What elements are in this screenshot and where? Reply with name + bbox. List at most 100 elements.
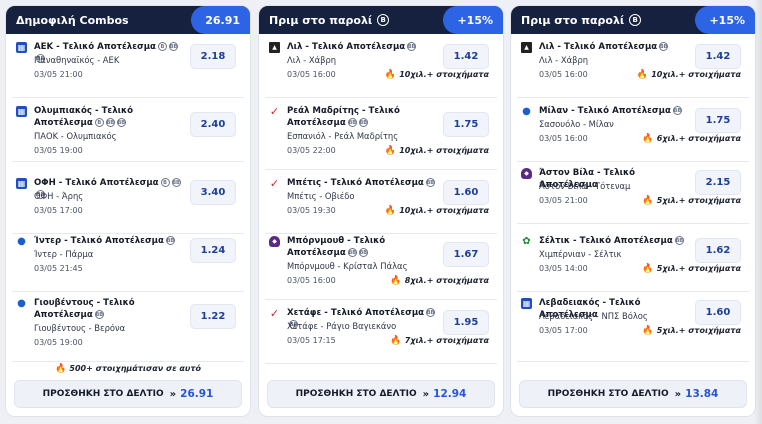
club-crest-icon: ✓ — [269, 105, 280, 118]
selection-title[interactable]: Λιλ - Τελικό Αποτέλεσμα BB — [539, 41, 689, 53]
odds-button[interactable]: 1.62 — [695, 238, 741, 263]
double-chevron-right-icon: » — [674, 388, 682, 400]
odds-button[interactable]: 1.60 — [695, 300, 741, 325]
selection-title-text: Σέλτικ - Τελικό Αποτέλεσμα — [539, 236, 673, 246]
odds-button[interactable]: 1.75 — [443, 112, 489, 137]
selection-title-text: Χετάφε - Τελικό Αποτέλεσμα — [287, 308, 425, 318]
odds-button[interactable]: 1.95 — [443, 310, 489, 335]
odds-button[interactable]: 1.42 — [443, 44, 489, 69]
match-time: 03/05 21:00 — [34, 70, 83, 79]
selection-row: ▦ ΑΕΚ - Τελικό Αποτέλεσμα B BBBB Παναθηναϊκό… — [12, 36, 244, 98]
match-name: Χετάφε - Ράγιο Βαγιεκάνο — [287, 321, 397, 331]
selection-title[interactable]: Ρεάλ Μαδρίτης - Τελικό Αποτέλεσμα BB BB — [287, 105, 437, 129]
bet-builder-icon: BB — [426, 308, 436, 317]
popularity-text: 5χιλ.+ στοιχήματα — [656, 264, 741, 273]
boost-icon: B — [629, 14, 642, 26]
fire-icon: 🔥 — [642, 134, 657, 144]
selection-title[interactable]: Ίντερ - Τελικό Αποτέλεσμα BB — [34, 235, 184, 247]
match-name: ΟΦΗ - Άρης — [34, 191, 84, 201]
selection-title[interactable]: Ολυμπιακός - Τελικό Αποτέλεσμα B BB BB — [34, 105, 184, 129]
selection-title[interactable]: Λιλ - Τελικό Αποτέλεσμα BB — [287, 41, 437, 53]
bet-builder-icon: BB — [165, 236, 175, 245]
bet-builder-icon: B — [157, 42, 167, 51]
selection-title-text: Γιουβέντους - Τελικό Αποτέλεσμα — [34, 298, 135, 320]
popularity-label: 🔥 6χιλ.+ στοιχήματα — [642, 134, 741, 144]
selection-row: ✓ Μπέτις - Τελικό Αποτέλεσμα BB Μπέτις - Οβ… — [265, 172, 497, 234]
odds-button[interactable]: 2.15 — [695, 170, 741, 195]
popularity-text: 10χιλ.+ στοιχήματα — [399, 70, 489, 79]
card-title: Δημοφιλή Combos — [16, 13, 129, 27]
selection-row: ● Ίντερ - Τελικό Αποτέλεσμα BB Ίντερ - Πάρμ… — [12, 230, 244, 292]
bet-builder-icon: BB — [168, 42, 178, 51]
add-to-betslip-button[interactable]: ΠΡΟΣΘΗΚΗ ΣΤΟ ΔΕΛΤΙΟ » 13.84 — [519, 380, 747, 408]
club-crest-icon: ▦ — [521, 298, 532, 309]
card-title: Πριμ στο παρολί — [521, 13, 625, 27]
odds-button[interactable]: 1.24 — [190, 238, 236, 263]
selection-row: ✿ Σέλτικ - Τελικό Αποτέλεσμα BB Χιμπέρνιαν … — [517, 230, 749, 292]
popularity-label: 🔥 10χιλ.+ στοιχήματα — [385, 146, 489, 156]
odds-button[interactable]: 2.18 — [190, 44, 236, 69]
popularity-label: 🔥 10χιλ.+ στοιχήματα — [637, 70, 741, 80]
match-name: Ίντερ - Πάρμα — [34, 249, 94, 259]
selection-row: ▦ Λεβαδειακός - Τελικό Αποτέλεσμα Λεβαδεια… — [517, 292, 749, 362]
match-name: Παναθηναϊκός - ΑΕΚ — [34, 55, 120, 65]
selection-title-text: Μπέτις - Τελικό Αποτέλεσμα — [287, 178, 424, 188]
match-time: 03/05 22:00 — [287, 146, 336, 155]
add-to-betslip-button[interactable]: ΠΡΟΣΘΗΚΗ ΣΤΟ ΔΕΛΤΙΟ » 26.91 — [14, 380, 242, 408]
odds-button[interactable]: 1.60 — [443, 180, 489, 205]
club-crest-icon: ▦ — [16, 178, 27, 189]
odds-button[interactable]: 1.75 — [695, 108, 741, 133]
fire-icon: 🔥 — [642, 264, 657, 274]
selection-title[interactable]: Μπόρνμουθ - Τελικό Αποτέλεσμα BB BB — [287, 235, 437, 259]
card-badge: +15% — [695, 6, 755, 34]
match-time: 03/05 17:15 — [287, 336, 336, 345]
fire-icon: 🔥 — [642, 196, 657, 206]
selection-row: ▲ Λιλ - Τελικό Αποτέλεσμα BB Λιλ - Χάβρη 03/… — [265, 36, 497, 98]
club-crest-icon: ✓ — [269, 307, 280, 320]
odds-button[interactable]: 1.42 — [695, 44, 741, 69]
match-name: Λεβαδειακός - ΝΠΣ Βόλος — [539, 311, 648, 321]
popularity-text: 8χιλ.+ στοιχήματα — [404, 276, 489, 285]
odds-button[interactable]: 2.40 — [190, 112, 236, 137]
add-to-betslip-button[interactable]: ΠΡΟΣΘΗΚΗ ΣΤΟ ΔΕΛΤΙΟ » 12.94 — [267, 380, 495, 408]
card-badge: 26.91 — [191, 6, 250, 34]
club-crest-icon: ▲ — [269, 42, 280, 53]
combo-total-odds: 13.84 — [685, 388, 719, 400]
combo-total-odds: 12.94 — [433, 388, 467, 400]
fire-icon: 🔥 — [642, 326, 657, 336]
bet-builder-icon: BB — [347, 248, 357, 257]
selection-title-text: ΟΦΗ - Τελικό Αποτέλεσμα — [34, 178, 159, 188]
popularity-text: 10χιλ.+ στοιχήματα — [399, 206, 489, 215]
match-name: Μπέτις - Οβιέδο — [287, 191, 355, 201]
match-name: Μπόρνμουθ - Κρίσταλ Πάλας — [287, 261, 408, 271]
bet-builder-icon: BB — [672, 106, 682, 115]
match-name: Άστον Βίλα - Τότεναμ — [539, 181, 631, 191]
odds-button[interactable]: 3.40 — [190, 180, 236, 205]
popularity-label: 🔥 10χιλ.+ στοιχήματα — [385, 206, 489, 216]
selection-title[interactable]: Μπέτις - Τελικό Αποτέλεσμα BB — [287, 177, 437, 189]
club-crest-icon: ◆ — [521, 168, 532, 179]
odds-button[interactable]: 1.22 — [190, 304, 236, 329]
fire-icon: 🔥 — [384, 70, 400, 80]
fire-icon: 🔥 — [384, 206, 400, 216]
combo-total-odds: 26.91 — [180, 388, 214, 400]
popularity-text: 10χιλ.+ στοιχήματα — [651, 70, 741, 79]
bet-builder-icon: BB — [105, 118, 115, 127]
odds-button[interactable]: 1.67 — [443, 242, 489, 267]
double-chevron-right-icon: » — [422, 388, 430, 400]
bet-builder-icon: BB — [171, 178, 181, 187]
club-crest-icon: ● — [17, 236, 26, 247]
selection-title[interactable]: Μίλαν - Τελικό Αποτέλεσμα BB — [539, 105, 689, 117]
selection-title-text: Μίλαν - Τελικό Αποτέλεσμα — [539, 106, 671, 116]
selection-title[interactable]: Γιουβέντους - Τελικό Αποτέλεσμα BB — [34, 297, 184, 321]
fire-icon: 🔥 — [390, 276, 405, 286]
selection-title[interactable]: Σέλτικ - Τελικό Αποτέλεσμα BB — [539, 235, 689, 247]
popularity-label: 🔥 10χιλ.+ στοιχήματα — [385, 70, 489, 80]
bet-builder-icon: BB — [674, 236, 684, 245]
add-to-betslip-label: ΠΡΟΣΘΗΚΗ ΣΤΟ ΔΕΛΤΙΟ — [42, 389, 164, 399]
fire-icon: 🔥 — [636, 70, 652, 80]
popularity-note: 🔥 500+ στοιχημάτισαν σε αυτό — [6, 364, 250, 374]
club-crest-icon: ● — [17, 298, 26, 309]
match-time: 03/05 16:00 — [539, 70, 588, 79]
popularity-text: 5χιλ.+ στοιχήματα — [656, 326, 741, 335]
